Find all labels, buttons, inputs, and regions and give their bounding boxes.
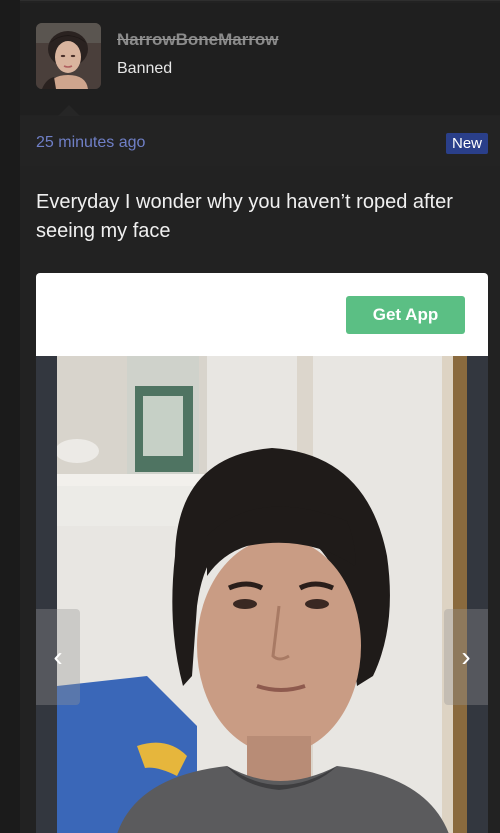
left-gutter [0,0,20,833]
media-embed: Get App ‹ › [36,273,488,833]
header-pointer [58,105,80,116]
avatar-image [36,23,101,89]
timestamp[interactable]: 25 minutes ago [36,134,145,152]
get-app-button[interactable]: Get App [346,296,465,334]
photo-image [57,356,467,833]
post-meta: 25 minutes ago New [20,116,500,166]
post-header: NarrowBoneMarrow Banned [20,3,500,115]
username[interactable]: NarrowBoneMarrow [117,30,279,50]
post-text: Everyday I wonder why you haven’t roped … [36,191,453,242]
embedded-photo[interactable]: ‹ › [36,356,488,833]
carousel-prev-button[interactable]: ‹ [36,609,80,705]
new-badge: New [445,133,488,154]
user-status: Banned [117,60,173,77]
carousel-next-button[interactable]: › [444,609,488,705]
post-card: NarrowBoneMarrow Banned 25 minutes ago N… [20,0,500,833]
page: NarrowBoneMarrow Banned 25 minutes ago N… [0,0,500,833]
avatar[interactable] [36,23,101,89]
chevron-left-icon: ‹ [53,641,63,672]
chevron-right-icon: › [461,641,471,672]
